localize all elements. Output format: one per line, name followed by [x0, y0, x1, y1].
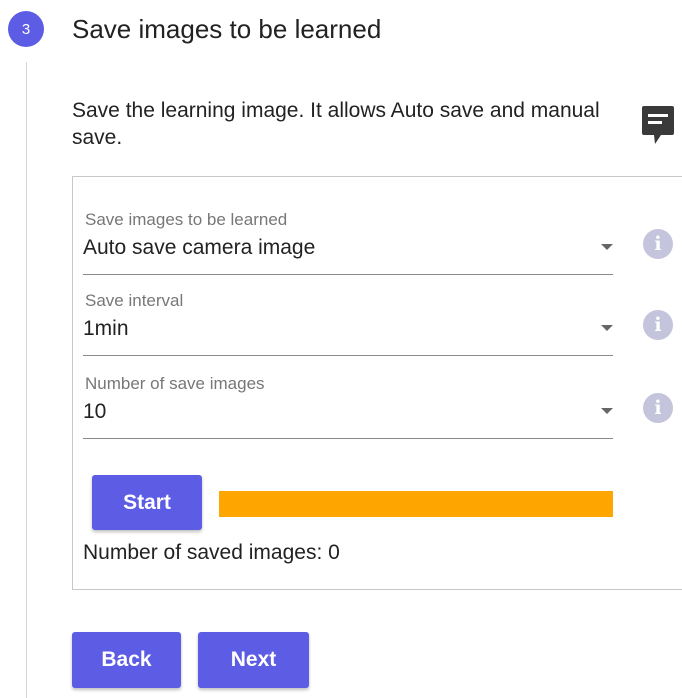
- save-count-label: Number of save images: [85, 374, 265, 393]
- save-progress-fill: [219, 491, 613, 517]
- save-interval-select[interactable]: Save interval 1min: [83, 291, 613, 356]
- save-interval-value: 1min: [83, 317, 129, 340]
- start-button[interactable]: Start: [92, 475, 202, 530]
- save-count-value: 10: [83, 400, 107, 423]
- chevron-down-icon: [601, 325, 613, 331]
- save-interval-label: Save interval: [85, 291, 184, 310]
- save-progress-bar: [219, 491, 613, 517]
- save-count-select[interactable]: Number of save images 10: [83, 374, 613, 439]
- info-icon[interactable]: i: [643, 229, 673, 259]
- info-glyph: i: [654, 397, 662, 419]
- info-glyph: i: [654, 233, 662, 255]
- save-mode-label: Save images to be learned: [85, 210, 288, 229]
- step-number-badge: 3: [8, 11, 44, 47]
- save-mode-select[interactable]: Save images to be learned Auto save came…: [83, 210, 613, 275]
- step-title: Save images to be learned: [72, 14, 382, 44]
- step-panel: 3 Save images to be learned Save the lea…: [0, 0, 682, 698]
- info-glyph: i: [654, 314, 662, 336]
- next-button[interactable]: Next: [198, 632, 309, 688]
- saved-images-count: Number of saved images: 0: [83, 541, 340, 564]
- step-number: 3: [21, 20, 31, 38]
- info-icon[interactable]: i: [643, 393, 673, 423]
- step-connector-line: [26, 62, 27, 698]
- info-icon[interactable]: i: [643, 310, 673, 340]
- comment-icon[interactable]: [641, 104, 675, 146]
- chevron-down-icon: [601, 408, 613, 414]
- chevron-down-icon: [601, 244, 613, 250]
- step-description: Save the learning image. It allows Auto …: [72, 99, 600, 149]
- save-mode-value: Auto save camera image: [83, 236, 316, 259]
- save-settings-card: Save images to be learned Auto save came…: [72, 176, 682, 590]
- back-button[interactable]: Back: [72, 632, 181, 688]
